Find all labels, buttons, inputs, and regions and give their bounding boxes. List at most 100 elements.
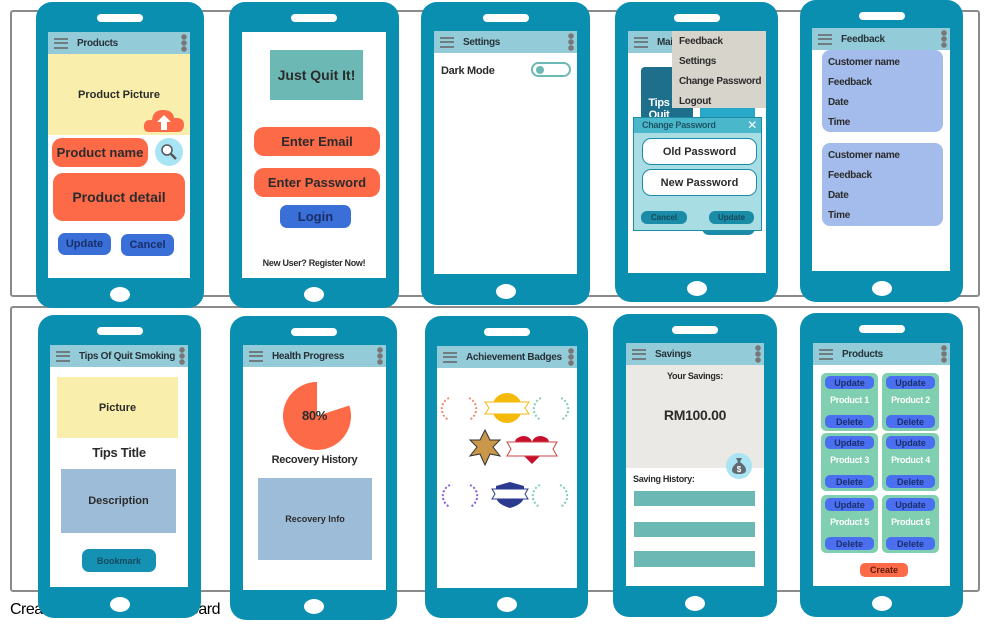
product-label: Product 1 [830, 395, 869, 405]
screen: Savings Your Savings: RM100.00 $ Saving … [626, 343, 764, 586]
menu-icon[interactable] [634, 36, 648, 48]
delete-button[interactable]: Delete [825, 415, 874, 428]
laurel-badge-icon[interactable] [440, 397, 478, 421]
dark-mode-toggle[interactable] [531, 62, 571, 77]
more-icon[interactable] [181, 34, 187, 52]
svg-text:$: $ [737, 465, 742, 474]
home-button[interactable] [871, 281, 892, 296]
savings-panel: Your Savings: RM100.00 [626, 365, 764, 468]
home-button[interactable] [304, 287, 324, 302]
more-icon[interactable] [179, 347, 185, 365]
update-button[interactable]: Update [825, 376, 874, 389]
menu-icon[interactable] [56, 350, 70, 362]
app-header: Feedback [812, 28, 950, 50]
product-card[interactable]: Update Product 1 Delete [821, 373, 878, 431]
saving-history-row[interactable] [634, 551, 755, 567]
home-button[interactable] [495, 284, 516, 299]
phone-main: Mai Tips Quit Feedback Settings Change P… [615, 2, 778, 302]
search-button[interactable] [155, 138, 183, 166]
feedback-card[interactable]: Customer name Feedback Date Time [822, 143, 943, 226]
cancel-button[interactable]: Cancel [641, 211, 687, 224]
more-icon[interactable] [941, 30, 947, 48]
add-saving-button[interactable]: $ [726, 453, 752, 479]
cancel-button[interactable]: Cancel [121, 234, 174, 256]
feedback-date: Date [828, 97, 849, 108]
more-icon[interactable] [941, 345, 947, 363]
screen: Tips Of Quit Smoking Picture Tips Title … [50, 345, 188, 587]
update-button[interactable]: Update [825, 498, 874, 511]
saving-history-row[interactable] [634, 491, 755, 506]
old-password-field[interactable]: Old Password [642, 138, 757, 165]
cloud-upload-icon[interactable] [143, 107, 185, 133]
more-icon[interactable] [568, 33, 574, 51]
screen: Settings Dark Mode [434, 31, 577, 274]
delete-button[interactable]: Delete [886, 475, 935, 488]
product-card[interactable]: Update Product 5 Delete [821, 495, 878, 553]
home-button[interactable] [109, 597, 130, 612]
register-link[interactable]: New User? Register Now! [242, 258, 386, 268]
new-password-field[interactable]: New Password [642, 169, 757, 196]
home-button[interactable] [496, 597, 517, 612]
product-detail-field[interactable]: Product detail [53, 173, 185, 221]
delete-button[interactable]: Delete [825, 475, 874, 488]
bookmark-button[interactable]: Bookmark [82, 549, 156, 572]
app-header: Products [813, 343, 950, 365]
screen: Products Update Product 1 Delete Update P… [813, 343, 950, 586]
product-card[interactable]: Update Product 6 Delete [882, 495, 939, 553]
menu-icon[interactable] [440, 36, 454, 48]
customer-name: Customer name [828, 150, 900, 161]
home-button[interactable] [303, 599, 324, 614]
home-button[interactable] [685, 596, 705, 611]
close-icon[interactable]: ✕ [747, 118, 757, 132]
tips-title: Tips Title [92, 445, 146, 460]
menu-item-settings[interactable]: Settings [679, 56, 716, 67]
delete-button[interactable]: Delete [886, 415, 935, 428]
product-label: Product 5 [830, 517, 869, 527]
header-title: Products [842, 348, 883, 360]
laurel-badge-icon[interactable] [531, 484, 569, 508]
heart-ribbon-icon[interactable] [506, 436, 558, 464]
home-button[interactable] [871, 596, 892, 611]
update-button[interactable]: Update [709, 211, 754, 224]
update-button[interactable]: Update [886, 376, 935, 389]
menu-icon[interactable] [54, 37, 68, 49]
product-name-field[interactable]: Product name [52, 138, 148, 167]
more-icon[interactable] [377, 347, 383, 365]
menu-item-change-password[interactable]: Change Password [679, 76, 762, 87]
menu-icon[interactable] [818, 33, 832, 45]
feedback-card[interactable]: Customer name Feedback Date Time [822, 50, 943, 132]
product-card[interactable]: Update Product 3 Delete [821, 433, 878, 491]
sheriff-star-icon[interactable] [468, 428, 502, 467]
tip-picture: Picture [57, 377, 178, 438]
home-button[interactable] [686, 281, 707, 296]
phone-health-progress: Health Progress 80% Recovery History Rec… [230, 316, 397, 620]
update-button[interactable]: Update [886, 436, 935, 449]
update-button[interactable]: Update [886, 498, 935, 511]
menu-icon[interactable] [819, 348, 833, 360]
menu-icon[interactable] [632, 348, 646, 360]
update-button[interactable]: Update [825, 436, 874, 449]
laurel-badge-icon[interactable] [441, 484, 479, 508]
update-button[interactable]: Update [58, 233, 111, 255]
screen: Products Product Picture Product name Pr… [48, 32, 190, 278]
more-icon[interactable] [755, 345, 761, 363]
login-button[interactable]: Login [280, 205, 351, 228]
product-card[interactable]: Update Product 2 Delete [882, 373, 939, 431]
email-field[interactable]: Enter Email [254, 127, 380, 156]
home-button[interactable] [110, 287, 130, 302]
product-card[interactable]: Update Product 4 Delete [882, 433, 939, 491]
search-icon [161, 144, 177, 160]
delete-button[interactable]: Delete [886, 537, 935, 550]
app-header: Products [48, 32, 190, 54]
password-field[interactable]: Enter Password [254, 168, 380, 197]
delete-button[interactable]: Delete [825, 537, 874, 550]
app-header: Tips Of Quit Smoking [50, 345, 188, 367]
create-button[interactable]: Create [860, 563, 908, 577]
menu-icon[interactable] [249, 350, 263, 362]
saving-history-row[interactable] [634, 522, 755, 537]
laurel-badge-icon[interactable] [532, 397, 570, 421]
gold-seal-badge-icon[interactable] [484, 393, 530, 423]
shield-badge-icon[interactable] [491, 482, 529, 508]
menu-item-feedback[interactable]: Feedback [679, 36, 723, 47]
menu-item-logout[interactable]: Logout [679, 96, 711, 107]
